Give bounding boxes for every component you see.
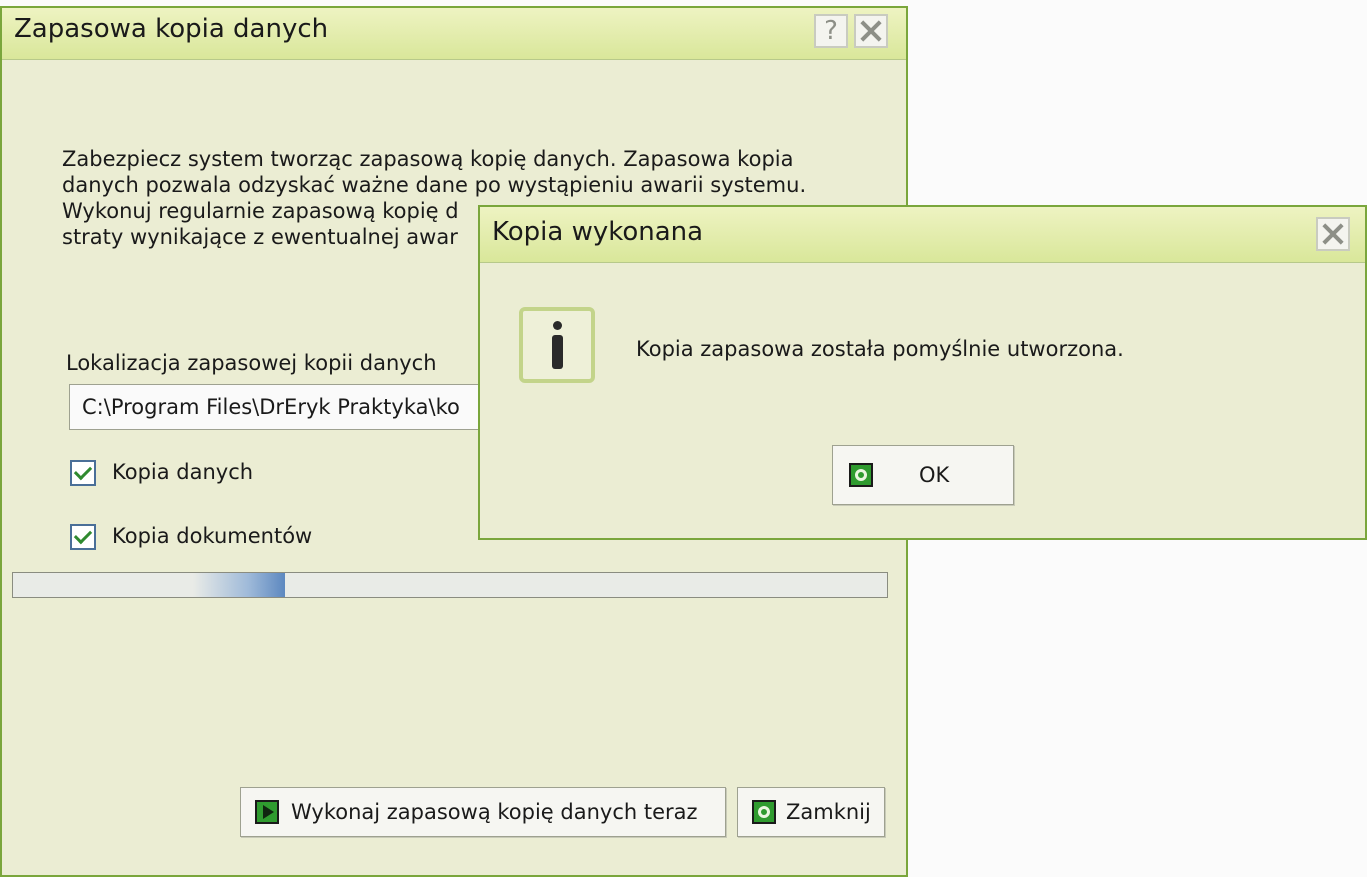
close-icon[interactable] [1316, 217, 1350, 251]
close-button-icon [752, 800, 776, 824]
ok-icon [849, 463, 873, 487]
close-icon[interactable] [854, 14, 888, 48]
help-button[interactable]: ? [814, 14, 848, 48]
message-dialog: Kopia wykonana Kopia zapasowa została po… [478, 205, 1367, 540]
run-backup-button[interactable]: Wykonaj zapasową kopię danych teraz [240, 787, 726, 837]
message-dialog-titlebar[interactable]: Kopia wykonana [480, 207, 1365, 263]
data-backup-checkbox[interactable] [70, 460, 96, 486]
message-text: Kopia zapasowa została pomyślnie utworzo… [636, 337, 1124, 361]
backup-progress-bar [12, 572, 888, 598]
ok-label: OK [919, 463, 950, 487]
location-label: Lokalizacja zapasowej kopii danych [66, 351, 437, 375]
documents-backup-label[interactable]: Kopia dokumentów [112, 524, 312, 548]
backup-dialog-title: Zapasowa kopia danych [14, 14, 329, 44]
ok-button[interactable]: OK [832, 445, 1014, 505]
data-backup-label[interactable]: Kopia danych [112, 460, 253, 484]
documents-backup-checkbox[interactable] [70, 524, 96, 550]
run-backup-label: Wykonaj zapasową kopię danych teraz [291, 800, 698, 824]
message-dialog-title: Kopia wykonana [492, 217, 704, 247]
backup-dialog-titlebar[interactable]: Zapasowa kopia danych ? [2, 8, 906, 60]
help-icon: ? [824, 16, 838, 46]
progress-marquee [193, 573, 285, 597]
close-button[interactable]: Zamknij [737, 787, 885, 837]
info-icon [519, 307, 595, 383]
play-icon [255, 800, 279, 824]
close-button-label: Zamknij [786, 800, 871, 824]
